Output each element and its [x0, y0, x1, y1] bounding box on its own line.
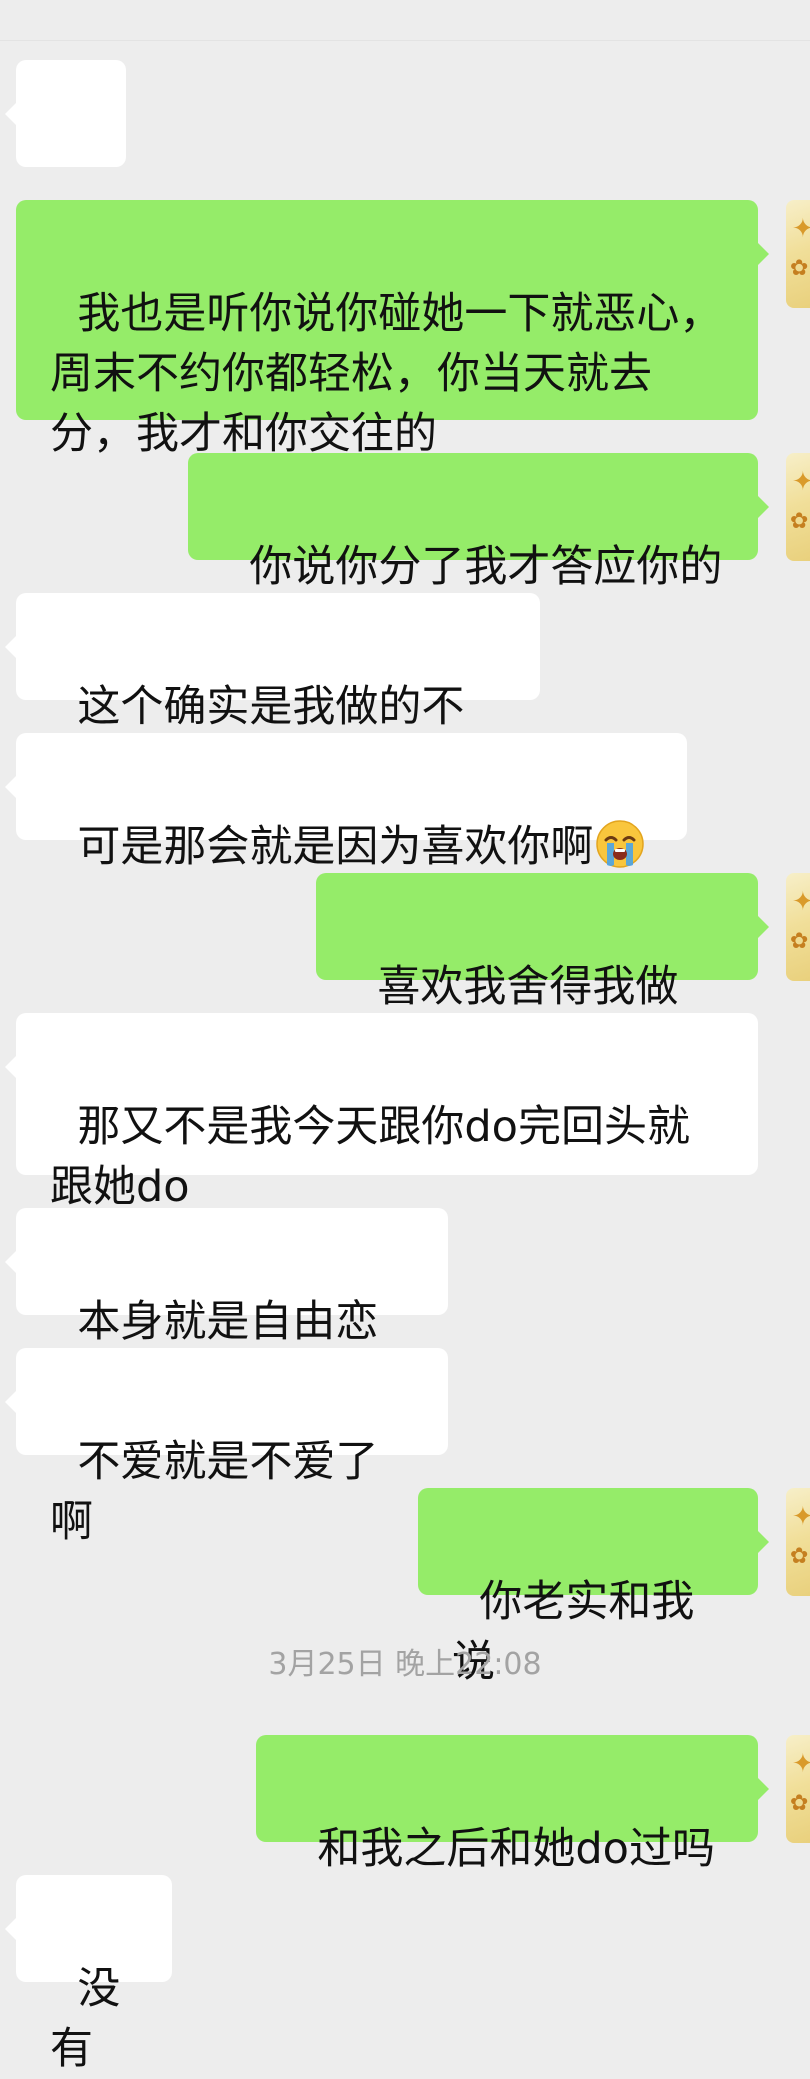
message-text: 那又不是我今天跟你do完回头就跟她do	[50, 1102, 690, 1212]
avatar-sparkle-icon: ✦	[792, 214, 810, 244]
user-avatar-icon[interactable]: ✦ ✿	[786, 453, 810, 561]
avatar-sparkle-icon: ✦	[792, 1749, 810, 1779]
message-bubble-incoming[interactable]: 不爱就是不爱了啊	[5, 1348, 448, 1547]
message-bubble-incoming[interactable]: 嗯	[5, 60, 126, 259]
avatar-sparkle-icon: ✦	[792, 887, 810, 917]
message-bubble-outgoing[interactable]: 你老实和我说	[418, 1488, 769, 1687]
message-bubble-incoming[interactable]: 这个确实是我做的不对	[5, 593, 540, 792]
message-bubble-incoming[interactable]: 没有	[5, 1875, 172, 2074]
message-bubble-incoming[interactable]: 那又不是我今天跟你do完回头就跟她do	[5, 1013, 758, 1212]
chat-timestamp: 3月25日 晚上22:08	[268, 1647, 542, 1682]
user-avatar-icon[interactable]: ✦ ✿	[786, 200, 810, 308]
avatar-sparkle-icon: ✿	[790, 509, 809, 534]
message-text: 和我之后和她do过吗	[317, 1824, 715, 1874]
message-bubble-outgoing[interactable]: 喜欢我舍得我做3?	[316, 873, 769, 1072]
user-avatar-icon[interactable]: ✦ ✿	[786, 1735, 810, 1843]
avatar-sparkle-icon: ✿	[790, 256, 809, 281]
message-bubble-incoming[interactable]: 本身就是自由恋爱	[5, 1208, 448, 1407]
message-text: 我也是听你说你碰她一下就恶心，周末不约你都轻松，你当天就去分，我才和你交往的	[50, 289, 723, 459]
message-text: 可是那会就是因为喜欢你啊	[77, 822, 594, 872]
avatar-sparkle-icon: ✦	[792, 1502, 810, 1532]
message-bubble-outgoing[interactable]: 我也是听你说你碰她一下就恶心，周末不约你都轻松，你当天就去分，我才和你交往的	[16, 200, 769, 459]
user-avatar-icon[interactable]: ✦ ✿	[786, 873, 810, 981]
message-text: 你说你分了我才答应你的	[249, 542, 723, 592]
message-text: 没有	[50, 1964, 121, 2074]
avatar-sparkle-icon: ✿	[790, 929, 809, 954]
message-bubble-outgoing[interactable]: 和我之后和她do过吗	[256, 1735, 769, 1874]
message-bubble-incoming[interactable]: 可是那会就是因为喜欢你啊	[5, 733, 687, 872]
message-bubble-outgoing[interactable]: 你说你分了我才答应你的	[188, 453, 769, 592]
avatar-sparkle-icon: ✿	[790, 1791, 809, 1816]
avatar-sparkle-icon: ✦	[792, 467, 810, 497]
crying-face-emoji-icon	[596, 820, 645, 868]
avatar-sparkle-icon: ✿	[790, 1544, 809, 1569]
user-avatar-icon[interactable]: ✦ ✿	[786, 1488, 810, 1596]
chat-top-divider	[0, 0, 810, 41]
message-text: 不爱就是不爱了啊	[50, 1437, 379, 1547]
